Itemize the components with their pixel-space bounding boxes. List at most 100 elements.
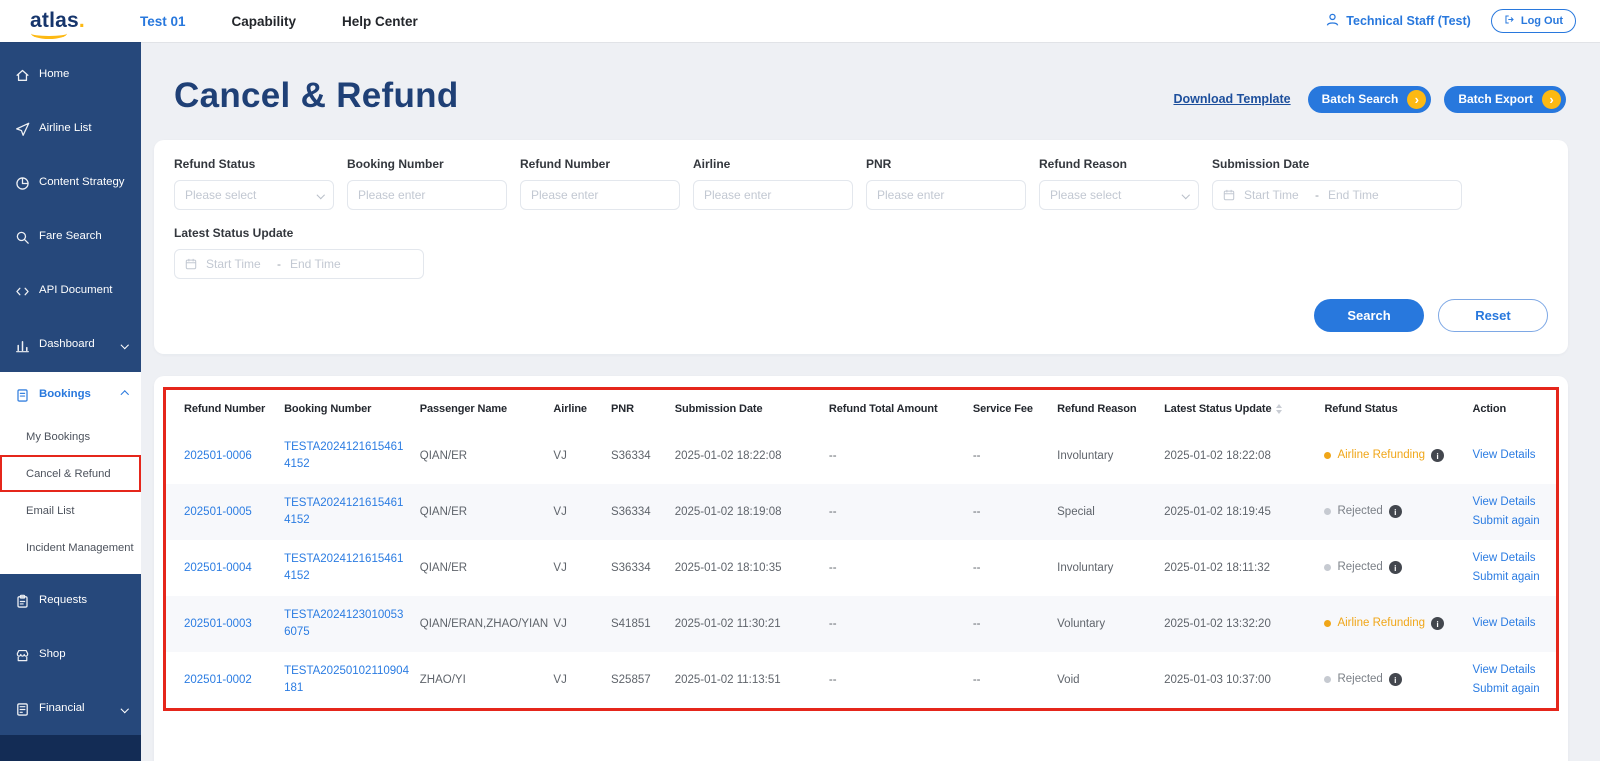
action-link-view-details[interactable]: View Details (1472, 549, 1535, 568)
reset-button[interactable]: Reset (1438, 299, 1548, 332)
sidebar-item-content-strategy[interactable]: Content Strategy (0, 156, 141, 210)
sidebar-item-bookings[interactable]: Bookings (0, 372, 141, 418)
booking-number-link[interactable]: TESTA20241216154614152 (284, 495, 410, 528)
submission-date-range[interactable]: Start Time - End Time (1212, 180, 1462, 210)
submission-date: 2025-01-02 18:22:08 (670, 428, 824, 484)
pie-icon (15, 176, 30, 191)
info-icon[interactable]: i (1431, 449, 1444, 462)
filter-label: Refund Number (520, 157, 680, 171)
refund-status-select[interactable]: Please select (174, 180, 334, 210)
status-dot-icon (1324, 508, 1331, 515)
column-header-service-fee: Service Fee (968, 390, 1052, 428)
pnr-value: S41851 (606, 596, 670, 652)
sidebar-item-airline-list[interactable]: Airline List (0, 102, 141, 156)
booking-number-link[interactable]: TESTA20250102110904181 (284, 663, 410, 696)
sidebar-item-api-document[interactable]: API Document (0, 264, 141, 318)
column-header-booking-number: Booking Number (279, 390, 415, 428)
sidebar-item-cancel-refund[interactable]: Cancel & Refund (0, 455, 141, 492)
action-link-submit-again[interactable]: Submit again (1472, 680, 1539, 699)
arrow-circle-icon: › (1542, 90, 1561, 109)
logout-icon (1504, 14, 1515, 28)
user-menu[interactable]: Technical Staff (Test) (1325, 12, 1471, 30)
nav-item-test-01[interactable]: Test 01 (140, 14, 186, 29)
booking-number-link[interactable]: TESTA20241230100536075 (284, 607, 410, 640)
refund-status: Airline Refunding (1324, 449, 1425, 461)
pnr-input[interactable]: Please enter (866, 180, 1026, 210)
refund-number-link[interactable]: 202501-0005 (184, 506, 252, 518)
refund-number-link[interactable]: 202501-0002 (184, 674, 252, 686)
top-nav: Test 01 Capability Help Center (140, 14, 418, 29)
table-row: 202501-0005 TESTA20241216154614152 QIAN/… (166, 484, 1556, 540)
filter-row-2: Latest Status Update Start Time - End Ti… (174, 226, 1548, 279)
filter-row-1: Refund StatusPlease selectBooking Number… (174, 157, 1548, 210)
sidebar-item-dashboard[interactable]: Dashboard (0, 318, 141, 372)
refund-reason: Voluntary (1052, 596, 1159, 652)
search-button[interactable]: Search (1314, 299, 1424, 332)
filter-field-booking-number: Booking NumberPlease enter (347, 157, 507, 210)
action-cell: View Details (1467, 596, 1556, 652)
sidebar-footer[interactable] (0, 735, 141, 761)
action-link-submit-again[interactable]: Submit again (1472, 568, 1539, 587)
action-link-submit-again[interactable]: Submit again (1472, 512, 1539, 531)
action-cell: View DetailsSubmit again (1467, 652, 1556, 708)
filter-field-latest-status-update: Latest Status Update Start Time - End Ti… (174, 226, 424, 279)
airline-code: VJ (548, 596, 606, 652)
refund-number-input[interactable]: Please enter (520, 180, 680, 210)
booking-number-link[interactable]: TESTA20241216154614152 (284, 439, 410, 472)
filter-field-refund-status: Refund StatusPlease select (174, 157, 334, 210)
arrow-circle-icon: › (1407, 90, 1426, 109)
sort-icon[interactable] (1276, 404, 1282, 414)
refund-total-amount: -- (824, 652, 968, 708)
sidebar-item-incident-management[interactable]: Incident Management (0, 529, 141, 566)
latest-status-update: 2025-01-02 13:32:20 (1159, 596, 1319, 652)
filter-label: Latest Status Update (174, 226, 424, 240)
logout-button[interactable]: Log Out (1491, 9, 1576, 33)
table-header-row: Refund NumberBooking NumberPassenger Nam… (166, 390, 1556, 428)
refund-number-link[interactable]: 202501-0004 (184, 562, 252, 574)
filter-label: Refund Reason (1039, 157, 1199, 171)
refund-number-link[interactable]: 202501-0006 (184, 450, 252, 462)
action-link-view-details[interactable]: View Details (1472, 446, 1535, 465)
batch-search-button[interactable]: Batch Search › (1308, 86, 1432, 113)
action-link-view-details[interactable]: View Details (1472, 493, 1535, 512)
service-fee: -- (968, 596, 1052, 652)
action-link-view-details[interactable]: View Details (1472, 661, 1535, 680)
refund-total-amount: -- (824, 596, 968, 652)
column-header-latest-status-update[interactable]: Latest Status Update (1159, 390, 1319, 428)
action-link-view-details[interactable]: View Details (1472, 614, 1535, 633)
page-title: Cancel & Refund (174, 74, 459, 118)
atlas-logo: atlas. (30, 9, 136, 33)
info-icon[interactable]: i (1431, 617, 1444, 630)
info-icon[interactable]: i (1389, 561, 1402, 574)
refund-reason-select[interactable]: Please select (1039, 180, 1199, 210)
status-dot-icon (1324, 452, 1331, 459)
sidebar-item-my-bookings[interactable]: My Bookings (0, 418, 141, 455)
download-template-link[interactable]: Download Template (1173, 92, 1290, 106)
airline-input[interactable]: Please enter (693, 180, 853, 210)
booking-number-input[interactable]: Please enter (347, 180, 507, 210)
sidebar-item-financial[interactable]: Financial (0, 682, 141, 736)
info-icon[interactable]: i (1389, 673, 1402, 686)
airline-code: VJ (548, 652, 606, 708)
refund-total-amount: -- (824, 428, 968, 484)
nav-item-capability[interactable]: Capability (232, 14, 297, 29)
batch-export-button[interactable]: Batch Export › (1444, 86, 1566, 113)
latest-status-update-range[interactable]: Start Time - End Time (174, 249, 424, 279)
submission-date: 2025-01-02 11:13:51 (670, 652, 824, 708)
sidebar-item-email-list[interactable]: Email List (0, 492, 141, 529)
nav-item-help-center[interactable]: Help Center (342, 14, 418, 29)
sidebar-item-shop[interactable]: Shop (0, 628, 141, 682)
airline-code: VJ (548, 428, 606, 484)
booking-number-link[interactable]: TESTA20241216154614152 (284, 551, 410, 584)
sidebar-item-fare-search[interactable]: Fare Search (0, 210, 141, 264)
table-row: 202501-0004 TESTA20241216154614152 QIAN/… (166, 540, 1556, 596)
calendar-icon (1223, 189, 1235, 201)
service-fee: -- (968, 540, 1052, 596)
info-icon[interactable]: i (1389, 505, 1402, 518)
sidebar-item-home[interactable]: Home (0, 48, 141, 102)
column-header-pnr: PNR (606, 390, 670, 428)
bookings-icon (15, 388, 30, 403)
refund-number-link[interactable]: 202501-0003 (184, 618, 252, 630)
sidebar-item-requests[interactable]: Requests (0, 574, 141, 628)
column-header-submission-date: Submission Date (670, 390, 824, 428)
